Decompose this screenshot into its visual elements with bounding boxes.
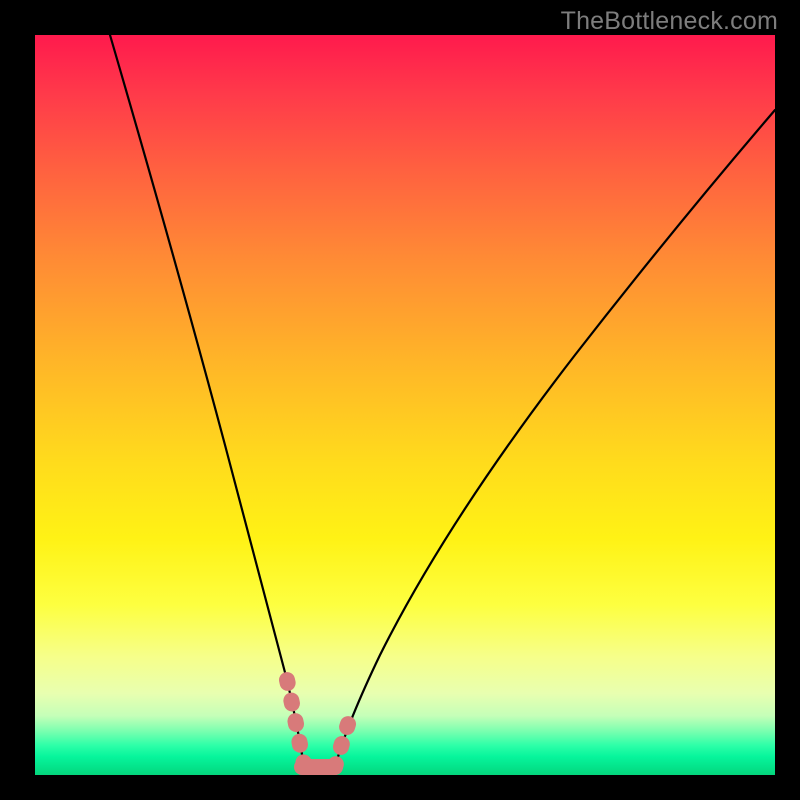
chart-frame-bottom — [0, 775, 800, 800]
curve-right — [335, 110, 775, 767]
curve-left — [110, 35, 304, 767]
highlight-right-leg — [335, 715, 351, 767]
chart-canvas — [35, 35, 775, 775]
watermark-text: TheBottleneck.com — [561, 7, 778, 36]
chart-frame-right — [775, 0, 800, 800]
chart-frame-left — [0, 0, 35, 800]
